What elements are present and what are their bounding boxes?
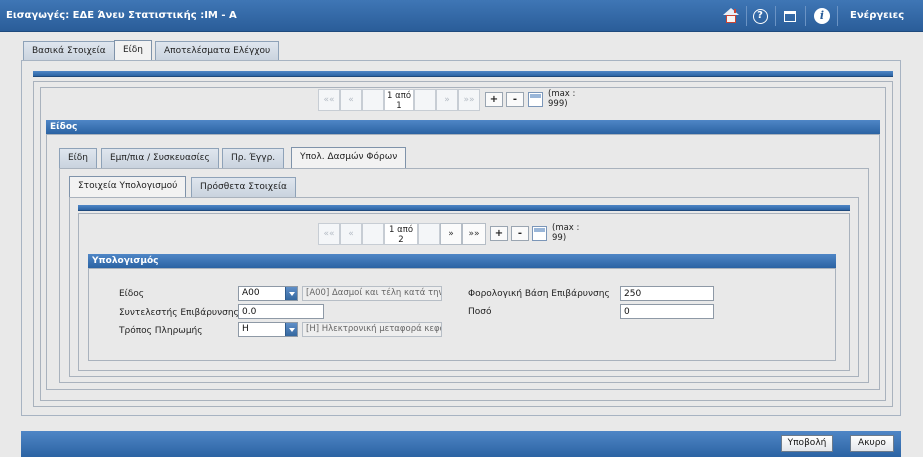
- tab-item-prev-docs[interactable]: Πρ. Έγγρ.: [222, 148, 285, 168]
- inner-add-button[interactable]: +: [490, 226, 508, 241]
- grid-view-icon[interactable]: [528, 92, 543, 107]
- tab-items[interactable]: Είδη: [114, 40, 152, 61]
- coefficient-label: Συντελεστής Επιβάρυνσης: [119, 308, 239, 318]
- calc-section-title: Υπολογισμός: [88, 254, 836, 268]
- tab-item-duty-calc[interactable]: Υπολ. Δασμών Φόρων: [291, 147, 407, 168]
- window-icon[interactable]: [780, 6, 800, 26]
- pager-blank: [362, 223, 384, 245]
- panel-header-bar: [33, 71, 893, 77]
- type-select[interactable]: A00: [238, 286, 298, 301]
- inner-pager-max: (max : 99): [552, 223, 580, 243]
- pager-info: 1 από 1: [384, 89, 414, 111]
- pager-max: (max : 999): [548, 89, 576, 109]
- inner-remove-button[interactable]: -: [511, 226, 529, 241]
- payment-select[interactable]: H: [238, 322, 298, 337]
- inner-pager-first-button[interactable]: ««: [318, 223, 340, 245]
- tab-item-items[interactable]: Είδη: [59, 148, 97, 168]
- type-label: Είδος: [119, 289, 145, 299]
- pager-last-button[interactable]: »»: [458, 89, 480, 111]
- inner-pager-next-button[interactable]: »: [440, 223, 462, 245]
- actions-menu[interactable]: Ενέργειες: [850, 10, 904, 21]
- pager-first-button[interactable]: ««: [318, 89, 340, 111]
- tax-base-label: Φορολογική Βάση Επιβάρυνσης: [468, 289, 610, 299]
- inner-pager-info-line2: 2: [398, 235, 404, 245]
- pager-blank: [414, 89, 436, 111]
- inner-pager-prev-button[interactable]: «: [340, 223, 362, 245]
- coefficient-input[interactable]: [238, 304, 324, 319]
- pager-info-line1: 1 από: [386, 91, 412, 101]
- inner-pager-last-button[interactable]: »»: [462, 223, 486, 245]
- toolbar-divider: [775, 6, 776, 26]
- amount-input[interactable]: [620, 304, 714, 319]
- tab-basic-info[interactable]: Βασικά Στοιχεία: [23, 41, 115, 61]
- help-icon[interactable]: ?: [750, 6, 770, 26]
- title-bar: Εισαγωγές: ΕΔΕ Άνευ Στατιστικής :IM - A …: [0, 0, 923, 32]
- info-icon[interactable]: i: [812, 6, 832, 26]
- payment-description: [H] Ηλεκτρονική μεταφορά κεφαλ: [302, 322, 442, 337]
- toolbar-divider: [837, 6, 838, 26]
- pager-blank: [362, 89, 384, 111]
- toolbar-divider: [746, 6, 747, 26]
- remove-item-button[interactable]: -: [506, 92, 524, 107]
- pager-info-line2: 1: [396, 101, 402, 111]
- chevron-down-icon[interactable]: [285, 323, 297, 336]
- tab-calc-data[interactable]: Στοιχεία Υπολογισμού: [69, 176, 187, 197]
- pager-blank: [418, 223, 440, 245]
- pager-prev-button[interactable]: «: [340, 89, 362, 111]
- item-section-title: Είδος: [46, 120, 880, 134]
- type-description: [A00] Δασμοί και τέλη κατά την ει: [302, 286, 442, 301]
- tab-extra-data[interactable]: Πρόσθετα Στοιχεία: [191, 177, 296, 197]
- pager-next-button[interactable]: »: [436, 89, 458, 111]
- window-title: Εισαγωγές: ΕΔΕ Άνευ Στατιστικής :IM - A: [6, 10, 237, 21]
- submit-button[interactable]: Υποβολή: [781, 435, 833, 452]
- toolbar-divider: [805, 6, 806, 26]
- add-item-button[interactable]: +: [485, 92, 503, 107]
- items-tab-panel: «« « 1 από 1 » »» + - (max : 999) Είδος …: [21, 60, 901, 416]
- amount-label: Ποσό: [468, 307, 492, 317]
- inner-grid-view-icon[interactable]: [532, 226, 547, 241]
- cancel-button[interactable]: Ακυρο: [850, 435, 894, 452]
- tab-check-results[interactable]: Αποτελέσματα Ελέγχου: [155, 41, 280, 61]
- chevron-down-icon[interactable]: [285, 287, 297, 300]
- footer-bar: Υποβολή Ακυρο: [21, 431, 901, 457]
- calc-header-bar: [78, 205, 850, 211]
- tab-item-packages[interactable]: Εμπ/πια / Συσκευασίες: [101, 148, 219, 168]
- tax-base-input[interactable]: [620, 286, 714, 301]
- home-icon[interactable]: [721, 6, 741, 26]
- inner-pager-info-line1: 1 από: [388, 225, 414, 235]
- payment-label: Τρόπος Πληρωμής: [119, 326, 203, 336]
- inner-pager-info: 1 από 2: [384, 223, 418, 245]
